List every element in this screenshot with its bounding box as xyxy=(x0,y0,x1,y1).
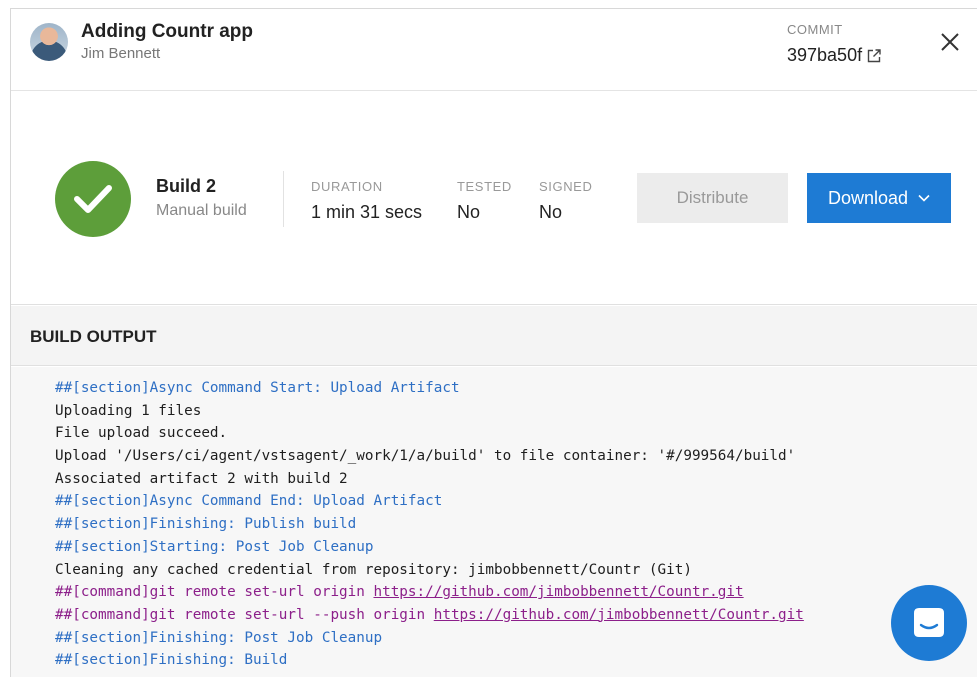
log-link[interactable]: https://github.com/jimbobbennett/Countr.… xyxy=(434,607,804,623)
checkmark-icon xyxy=(74,185,112,213)
build-header: Adding Countr app Jim Bennett COMMIT 397… xyxy=(11,9,977,91)
log-line: Cleaning any cached credential from repo… xyxy=(55,559,977,582)
log-text: ##[section]Finishing: Build xyxy=(55,652,288,669)
log-line: ##[section]Finishing: Build xyxy=(55,649,977,672)
log-line: Uploading 1 files xyxy=(55,400,977,423)
tested-label: TESTED xyxy=(457,179,512,194)
commit-link[interactable]: 397ba50f xyxy=(787,45,882,66)
build-type: Manual build xyxy=(156,202,247,219)
log-text: ##[command]git remote set-url --push ori… xyxy=(55,606,434,623)
log-text: ##[section]Finishing: Publish build xyxy=(55,516,357,533)
external-link-icon xyxy=(867,48,881,62)
tested-value: No xyxy=(457,202,481,222)
build-details-panel: Adding Countr app Jim Bennett COMMIT 397… xyxy=(10,8,977,677)
log-line: File upload succeed. xyxy=(55,422,977,445)
avatar xyxy=(30,23,68,61)
duration-label: DURATION xyxy=(311,179,383,194)
log-line: ##[section]Async Command Start: Upload A… xyxy=(55,377,977,400)
page-title: Adding Countr app xyxy=(81,21,254,42)
log-text: File upload succeed. xyxy=(55,425,228,442)
author-name: Jim Bennett xyxy=(81,45,161,62)
build-summary: Build 2 Manual build DURATION 1 min 31 s… xyxy=(11,91,977,305)
log-link[interactable]: https://github.com/jimbobbennett/Countr.… xyxy=(373,584,743,600)
log-line: Associated artifact 2 with build 2 xyxy=(55,468,977,491)
log-text: ##[section]Starting: Post Job Cleanup xyxy=(55,538,374,555)
signed-label: SIGNED xyxy=(539,179,593,194)
log-line: ##[command]git remote set-url origin htt… xyxy=(55,581,977,604)
chevron-down-icon xyxy=(918,194,930,202)
log-line: ##[command]git remote set-url --push ori… xyxy=(55,604,977,627)
success-status xyxy=(55,161,131,237)
chat-button[interactable] xyxy=(891,585,967,661)
chat-icon xyxy=(914,608,944,637)
build-output-header: BUILD OUTPUT xyxy=(11,306,977,366)
log-text: Upload '/Users/ci/agent/vstsagent/_work/… xyxy=(55,448,796,465)
build-output-title: BUILD OUTPUT xyxy=(30,327,157,346)
close-icon[interactable] xyxy=(939,31,961,53)
signed-value: No xyxy=(539,202,563,222)
log-line: ##[section]Finishing: Post Job Cleanup xyxy=(55,627,977,650)
log-text: ##[section]Finishing: Post Job Cleanup xyxy=(55,629,383,646)
log-text: ##[section]Async Command Start: Upload A… xyxy=(55,380,460,396)
log-line: Upload '/Users/ci/agent/vstsagent/_work/… xyxy=(55,445,977,468)
log-line: ##[section]Finishing: Publish build xyxy=(55,513,977,536)
commit-label: COMMIT xyxy=(787,22,843,37)
duration-value: 1 min 31 secs xyxy=(311,202,423,222)
log-text: ##[command]git remote set-url origin xyxy=(55,584,374,601)
log-text: Associated artifact 2 with build 2 xyxy=(55,470,348,487)
divider xyxy=(283,171,284,227)
log-line: ##[section]Starting: Post Job Cleanup xyxy=(55,536,977,559)
log-text: Uploading 1 files xyxy=(55,402,202,419)
download-button[interactable]: Download xyxy=(807,173,951,223)
build-name: Build 2 xyxy=(156,176,217,196)
log-line: ##[section]Async Command End: Upload Art… xyxy=(55,490,977,513)
log-text: Cleaning any cached credential from repo… xyxy=(55,561,692,578)
download-button-label: Download xyxy=(827,187,909,208)
distribute-button[interactable]: Distribute xyxy=(637,173,788,223)
commit-hash: 397ba50f xyxy=(787,45,863,65)
build-log: ##[section]Async Command Start: Upload A… xyxy=(11,367,977,677)
log-text: ##[section]Async Command End: Upload Art… xyxy=(55,493,443,510)
